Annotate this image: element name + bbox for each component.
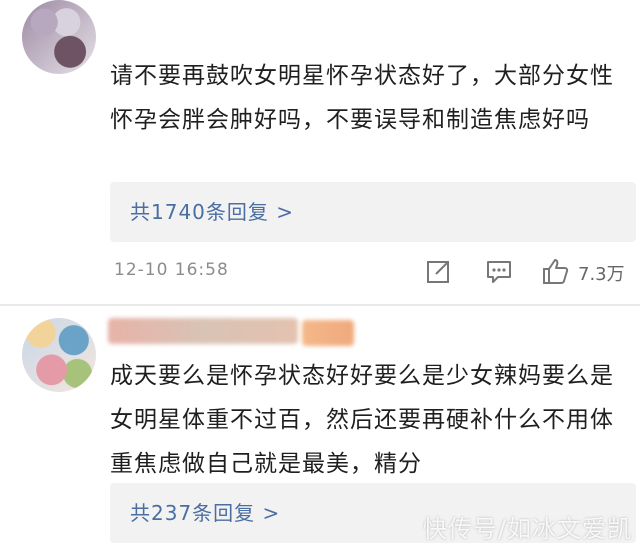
replies-count-label: 共237条回复 > bbox=[130, 501, 281, 525]
comment-text: 成天要么是怀孕状态好好要么是少女辣妈要么是女明星体重不过百，然后还要再硬补什么不… bbox=[110, 363, 614, 477]
watermark: 快传号/如冰文爱凯 bbox=[422, 515, 632, 543]
